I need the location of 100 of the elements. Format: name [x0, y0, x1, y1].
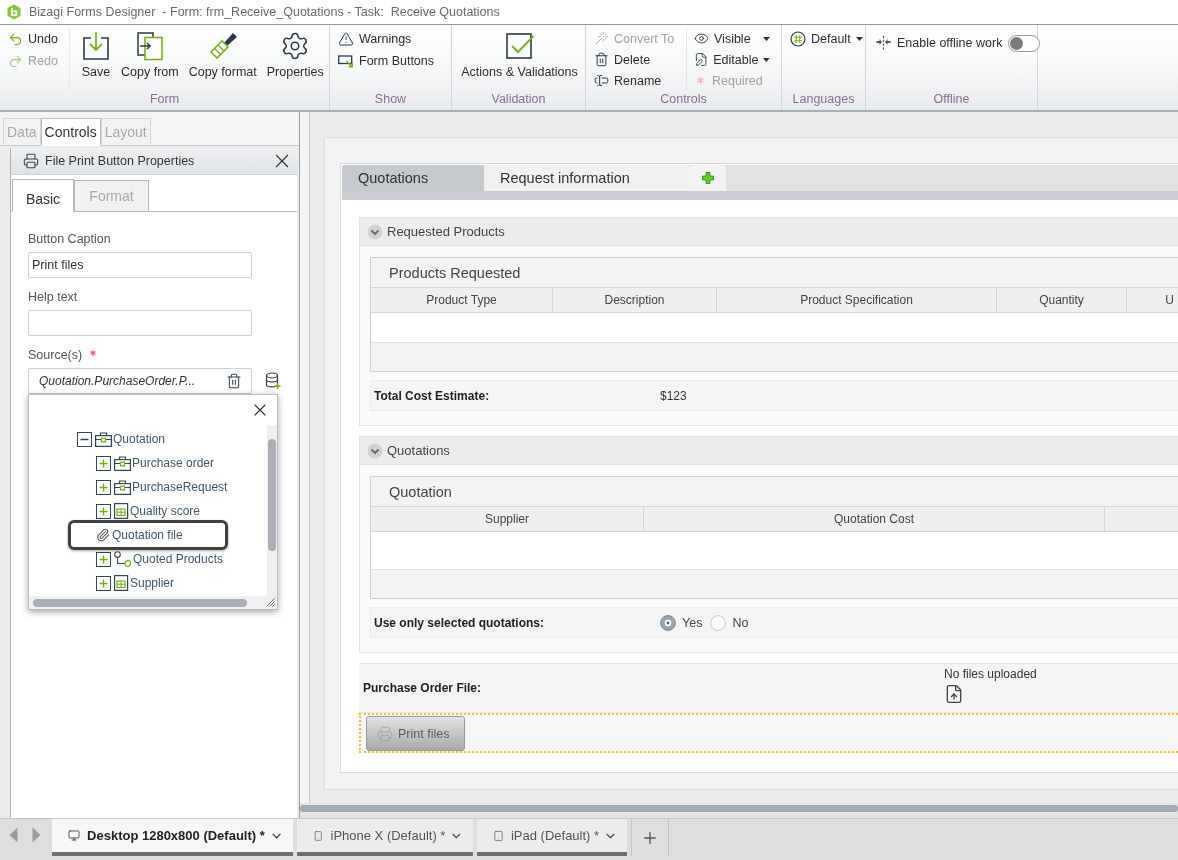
printer-icon — [23, 153, 39, 169]
offline-label: Enable offline work — [897, 36, 1003, 50]
resize-grip-icon[interactable] — [266, 598, 275, 607]
database-plus-icon[interactable] — [265, 372, 281, 390]
window-title: Bizagi Forms Designer - Form: frm_Receive_Quotations - Task: Receive Quotations — [29, 5, 500, 19]
warnings-button[interactable]: Warnings — [336, 28, 437, 50]
plus-icon — [701, 172, 714, 184]
group-header[interactable]: Requested Products — [360, 218, 1178, 246]
trash-icon — [594, 52, 609, 67]
printer-icon — [377, 725, 393, 742]
ribbon-group-label: Offline — [932, 91, 971, 108]
paperclip-icon — [96, 528, 110, 542]
properties-button[interactable]: Properties — [261, 28, 329, 91]
ribbon-group-label: Form — [148, 91, 181, 108]
text-cursor-box-icon — [594, 73, 609, 88]
magic-wand-icon — [594, 31, 609, 46]
box-down-arrow-icon — [81, 31, 111, 61]
ribbon-group-label: Languages — [791, 91, 856, 108]
arrows-to-line-icon — [876, 36, 891, 50]
device-tab[interactable]: iPhone X (Default) * — [297, 819, 473, 856]
expand-icon[interactable] — [96, 503, 111, 519]
caret-icon — [763, 57, 770, 62]
monitor-icon — [68, 827, 81, 844]
rename-button[interactable]: Rename — [592, 70, 686, 91]
copy-format-button[interactable]: Copy format — [183, 28, 262, 91]
group-header[interactable]: Quotations — [360, 437, 1178, 465]
tree-item[interactable]: Supplier — [96, 571, 267, 595]
tree-item[interactable]: Quotation — [77, 427, 267, 451]
panel-title: File Print Button Properties — [45, 154, 196, 168]
hash-circle-icon — [790, 31, 806, 47]
briefcase-icon — [114, 455, 131, 471]
source-field[interactable]: Quotation.PurchaseOrder.P... — [28, 368, 252, 394]
text-field[interactable]: Print files — [28, 252, 252, 278]
panel-tab[interactable]: Controls — [40, 118, 101, 146]
briefcase-icon — [95, 431, 112, 447]
form-buttons-button[interactable]: Form Buttons — [336, 50, 437, 72]
tree-item[interactable]: Quoted Products — [96, 547, 267, 571]
field-label: Total Cost Estimate: — [374, 388, 491, 403]
column-header: Quotation Cost — [644, 507, 1105, 531]
tree-item[interactable]: Quotation file — [68, 520, 228, 550]
tree-item[interactable]: Purchase order — [96, 451, 267, 475]
grid-title: Quotation — [388, 482, 453, 502]
column-header: Supplier — [371, 507, 644, 531]
delete-button[interactable]: Delete — [592, 49, 686, 70]
column-header: Product Specification — [717, 288, 997, 312]
field-label: Purchase Order File: — [363, 681, 483, 695]
page-pencil-icon — [694, 52, 709, 67]
table-icon — [114, 503, 129, 519]
expand-icon[interactable] — [96, 455, 111, 471]
expand-icon[interactable] — [96, 479, 111, 495]
paintbrush-icon — [207, 31, 238, 61]
add-device-button[interactable] — [631, 819, 669, 856]
radio-option[interactable]: No — [710, 614, 749, 631]
table-icon — [114, 575, 129, 591]
tree-item[interactable]: Quality score — [96, 499, 267, 523]
form-tab[interactable]: Quotations — [342, 165, 484, 191]
print-files-button[interactable]: Print files — [366, 716, 465, 751]
file-upload-icon[interactable] — [944, 684, 964, 704]
redo-icon — [8, 53, 23, 69]
form-tab[interactable]: Request information — [484, 165, 689, 191]
connected-nodes-icon — [114, 550, 132, 568]
chevron-down-icon — [606, 831, 615, 840]
save-button[interactable]: Save — [76, 28, 116, 91]
undo-button[interactable]: Undo — [6, 28, 69, 50]
column-header: U — [1127, 288, 1178, 312]
asterisk-icon — [694, 74, 707, 87]
visible-dropdown[interactable]: Visible — [692, 28, 772, 49]
column-header: Description — [553, 288, 717, 312]
field-value: $123 — [660, 388, 687, 403]
language-dropdown[interactable]: Default — [788, 28, 865, 50]
properties-tab[interactable]: Basic — [12, 179, 74, 212]
logo-icon — [6, 4, 22, 20]
column-header: Quantity — [997, 288, 1127, 312]
ribbon-group-label: Show — [373, 91, 408, 108]
device-tab[interactable]: iPad (Default) * — [477, 819, 627, 856]
radio-option[interactable]: Yes — [660, 614, 703, 631]
button-cursor-icon — [338, 54, 354, 68]
grid-title: Products Requested — [388, 263, 522, 283]
collapse-icon[interactable] — [77, 431, 92, 447]
horizontal-scrollbar[interactable] — [300, 805, 1178, 812]
text-field[interactable] — [28, 310, 252, 336]
upload-status: No files uploaded — [944, 667, 1037, 681]
actions-validations-button[interactable]: Actions & Validations — [456, 28, 583, 91]
caret-icon — [855, 37, 863, 41]
warning-triangle-icon — [338, 31, 354, 47]
trash-icon[interactable] — [226, 373, 242, 389]
copy-pages-icon — [134, 31, 165, 61]
caret-icon — [763, 36, 770, 41]
editable-dropdown[interactable]: Editable — [692, 49, 772, 70]
toggle-switch[interactable] — [1008, 34, 1041, 52]
column-header: Product Type — [371, 288, 553, 312]
expand-icon[interactable] — [96, 551, 111, 567]
checkbox-tick-icon — [504, 31, 535, 61]
tree-item[interactable]: PurchaseRequest — [96, 475, 267, 499]
device-tab[interactable]: Desktop 1280x800 (Default) * — [52, 819, 293, 856]
field-label: Button Caption — [28, 232, 111, 246]
chevron-down-icon — [271, 831, 281, 840]
vertical-scrollbar[interactable] — [267, 425, 277, 596]
expand-icon[interactable] — [96, 575, 111, 591]
copy-from-button[interactable]: Copy from — [116, 28, 184, 91]
